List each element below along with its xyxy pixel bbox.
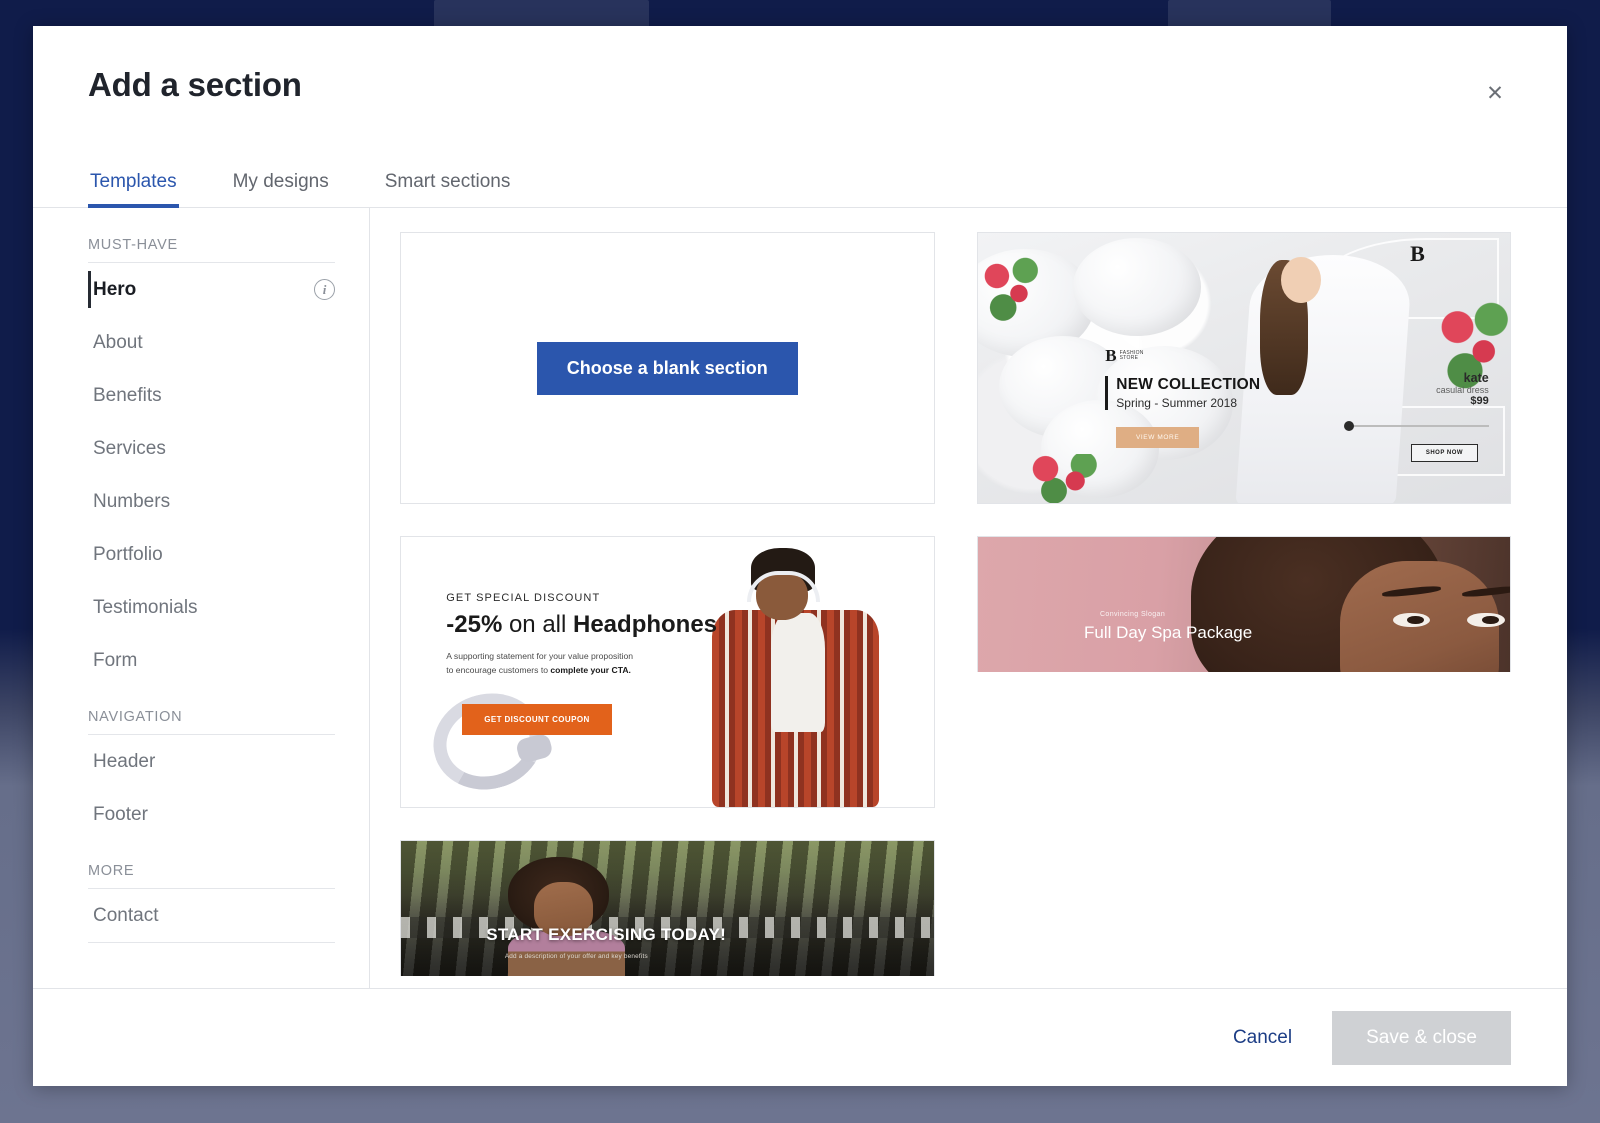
fashion-subtitle: Spring - Summer 2018 [1116, 396, 1260, 410]
balloon-shape [1073, 238, 1201, 335]
fashion-headline-block: NEW COLLECTION Spring - Summer 2018 [1105, 376, 1260, 410]
spacer [33, 687, 369, 705]
headphones-template-preview: GET SPECIAL DISCOUNT -25% on all Headpho… [401, 537, 934, 807]
logo-subtext: FASHION STORE [1120, 351, 1144, 363]
close-icon[interactable]: ✕ [1481, 79, 1509, 107]
tab-my-designs[interactable]: My designs [231, 171, 331, 207]
sidebar-item-label: Hero [93, 279, 314, 301]
sidebar-item-form[interactable]: Form [33, 634, 369, 687]
person-figure [678, 548, 923, 807]
sidebar-item-portfolio[interactable]: Portfolio [33, 528, 369, 581]
sidebar-item-benefits[interactable]: Benefits [33, 369, 369, 422]
sidebar-group-more-label: MORE [33, 863, 369, 888]
flowers-decoration [1020, 454, 1105, 503]
product-price: $99 [1436, 395, 1489, 407]
sidebar-item-label: Footer [93, 804, 335, 826]
sidebar-group-navigation-label: NAVIGATION [33, 709, 369, 734]
sidebar-item-footer[interactable]: Footer [33, 788, 369, 841]
headphones-kicker: GET SPECIAL DISCOUNT [446, 592, 600, 604]
white-tshirt [771, 613, 825, 732]
flowers-decoration [978, 255, 1042, 325]
sidebar-item-label: Header [93, 751, 335, 773]
sidebar-item-label: Testimonials [93, 597, 335, 619]
template-card-headphones[interactable]: GET SPECIAL DISCOUNT -25% on all Headpho… [400, 536, 935, 808]
tab-templates[interactable]: Templates [88, 171, 179, 207]
headphones-product [423, 681, 554, 801]
sidebar-item-testimonials[interactable]: Testimonials [33, 581, 369, 634]
sidebar-item-label: Form [93, 650, 335, 672]
brand-mark: B [1410, 241, 1425, 267]
sidebar-item-label: Services [93, 438, 335, 460]
title-mid: on all [502, 611, 573, 638]
sidebar-item-services[interactable]: Services [33, 422, 369, 475]
fashion-cta-button: VIEW MORE [1116, 427, 1199, 448]
sidebar-item-numbers[interactable]: Numbers [33, 475, 369, 528]
divider [88, 942, 335, 943]
headphones-cta-button: GET DISCOUNT COUPON [462, 704, 611, 735]
headphones-description: A supporting statement for your value pr… [446, 650, 776, 677]
desc-line-1: A supporting statement for your value pr… [446, 651, 633, 661]
sidebar-item-contact[interactable]: Contact [33, 889, 369, 942]
page-title: Add a section [88, 66, 302, 104]
category-sidebar: MUST-HAVE Hero i About Benefits Services… [33, 208, 370, 988]
tab-bar: Templates My designs Smart sections [33, 154, 1567, 208]
fashion-logo: B FASHION STORE [1105, 346, 1143, 366]
sidebar-item-hero[interactable]: Hero i [33, 263, 369, 316]
desc-line-2: to encourage customers to [446, 665, 550, 675]
template-card-exercise[interactable]: START EXERCISING TODAY! Add a descriptio… [400, 840, 935, 976]
product-description: casulal dress [1436, 385, 1489, 395]
sidebar-group-must-have-label: MUST-HAVE [33, 237, 369, 262]
product-slider [1350, 425, 1488, 427]
template-card-spa[interactable]: Convincing Slogan Full Day Spa Package [977, 536, 1512, 672]
template-grid: Choose a blank section [370, 208, 1567, 988]
exercise-title: START EXERCISING TODAY! [486, 925, 726, 945]
choose-blank-section-button[interactable]: Choose a blank section [537, 342, 798, 395]
discount-percent: -25% [446, 611, 502, 638]
model-eye [1467, 613, 1504, 628]
info-circle-icon[interactable]: i [314, 279, 335, 300]
background-blur [401, 841, 934, 976]
logo-mark: B [1105, 346, 1116, 366]
add-section-dialog: Add a section ✕ Templates My designs Sma… [33, 26, 1567, 1086]
fashion-template-preview: B B FASHION STORE NEW COLLECTION Spring … [978, 233, 1511, 503]
exercise-description: Add a description of your offer and key … [505, 953, 648, 960]
spa-title: Full Day Spa Package [1084, 623, 1252, 643]
logo-line-2: STORE [1120, 355, 1139, 361]
dialog-body: MUST-HAVE Hero i About Benefits Services… [33, 208, 1567, 988]
save-and-close-button[interactable]: Save & close [1332, 1011, 1511, 1065]
product-info: kate casulal dress $99 [1436, 371, 1489, 407]
fashion-title: NEW COLLECTION [1116, 376, 1260, 394]
dialog-footer: Cancel Save & close [33, 988, 1567, 1086]
product-name: kate [1436, 371, 1489, 385]
sidebar-item-label: Portfolio [93, 544, 335, 566]
template-card-blank[interactable]: Choose a blank section [400, 232, 935, 504]
spacer [33, 841, 369, 859]
dialog-header: Add a section ✕ [33, 26, 1567, 154]
headphones-title: -25% on all Headphones [446, 611, 717, 639]
spa-template-preview: Convincing Slogan Full Day Spa Package [978, 537, 1511, 672]
sidebar-item-label: About [93, 332, 335, 354]
model-head [1281, 257, 1321, 303]
cancel-button[interactable]: Cancel [1217, 1015, 1308, 1061]
exercise-template-preview: START EXERCISING TODAY! Add a descriptio… [401, 841, 934, 976]
sidebar-item-label: Benefits [93, 385, 335, 407]
title-bold: Headphones [573, 611, 717, 638]
sidebar-item-label: Numbers [93, 491, 335, 513]
tab-smart-sections[interactable]: Smart sections [383, 171, 513, 207]
desc-cta-bold: complete your CTA. [550, 665, 631, 675]
spa-slogan: Convincing Slogan [1100, 611, 1165, 618]
shop-now-button: SHOP NOW [1411, 444, 1478, 462]
sidebar-item-header[interactable]: Header [33, 735, 369, 788]
template-card-fashion[interactable]: B B FASHION STORE NEW COLLECTION Spring … [977, 232, 1512, 504]
sidebar-item-about[interactable]: About [33, 316, 369, 369]
sidebar-item-label: Contact [93, 905, 335, 927]
